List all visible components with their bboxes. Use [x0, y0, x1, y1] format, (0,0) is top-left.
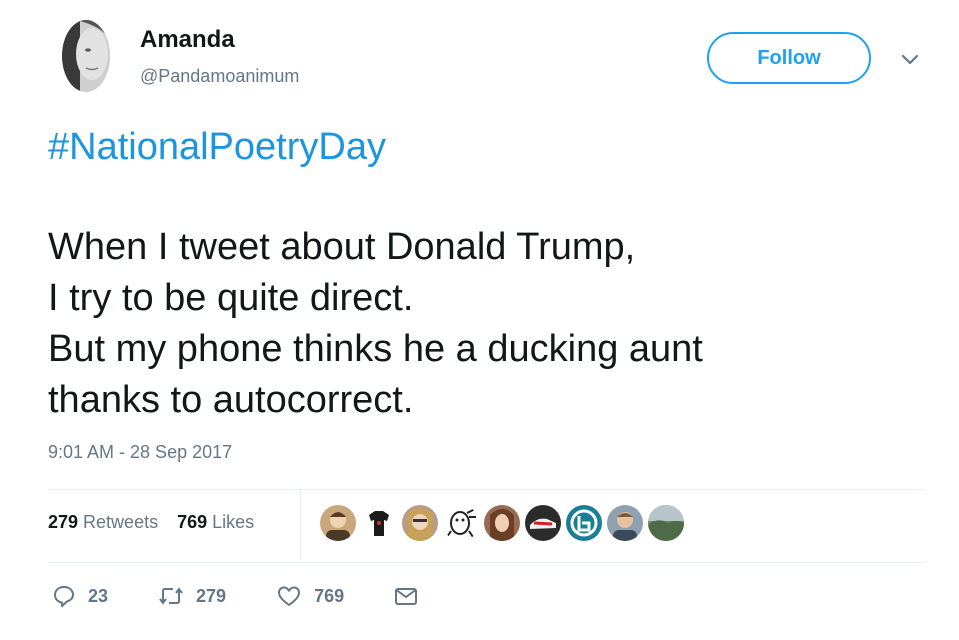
tweet-text: When I tweet about Donald Trump, I try t…: [48, 222, 703, 426]
retweet-icon: [159, 587, 183, 605]
liker-avatar[interactable]: [484, 505, 520, 541]
reply-icon: [54, 586, 74, 607]
liker-avatar[interactable]: [648, 505, 684, 541]
like-count: 769: [314, 585, 345, 606]
author-display-name[interactable]: Amanda: [140, 26, 235, 54]
retweets-label: Retweets: [83, 512, 159, 532]
tweet-timestamp[interactable]: 9:01 AM - 28 Sep 2017: [48, 442, 232, 463]
like-button[interactable]: 769: [276, 584, 344, 608]
landscape-avatar-icon: [648, 505, 684, 541]
author-avatar-image: [62, 20, 110, 92]
retweet-button[interactable]: 279: [158, 584, 226, 608]
liker-avatar[interactable]: [361, 505, 397, 541]
retweets-count: 279: [48, 512, 79, 532]
likes-label: Likes: [212, 512, 255, 532]
liker-avatar[interactable]: [566, 505, 602, 541]
tweet-card: Amanda @Pandamoanimum Follow #NationalPo…: [0, 0, 959, 640]
reply-button[interactable]: 23: [52, 584, 108, 608]
retweet-count: 279: [196, 585, 227, 606]
author-handle[interactable]: @Pandamoanimum: [140, 66, 299, 87]
liker-avatar[interactable]: [320, 505, 356, 541]
divider: [48, 489, 924, 490]
heart-icon: [278, 586, 301, 606]
logo-avatar-icon: [570, 509, 598, 537]
tweet-stats: 279 Retweets 769 Likes: [48, 512, 268, 533]
tweet-actions: 23 279 769: [52, 584, 430, 608]
cartoon-avatar-icon: [446, 508, 476, 538]
stats-divider: [300, 490, 301, 560]
likes-count: 769: [177, 512, 208, 532]
tweet-text-line: But my phone thinks he a ducking aunt: [48, 328, 703, 370]
liker-avatar[interactable]: [402, 505, 438, 541]
liker-avatars: [320, 505, 689, 541]
person-avatar-icon: [490, 509, 514, 541]
tshirt-avatar-icon: [369, 511, 389, 536]
chevron-down-icon[interactable]: [900, 52, 920, 66]
tweet-text-line: thanks to autocorrect.: [48, 379, 414, 421]
liker-avatar[interactable]: [607, 505, 643, 541]
person-avatar-icon: [406, 508, 434, 541]
divider: [48, 562, 924, 563]
liker-avatar[interactable]: [443, 505, 479, 541]
reply-count: 23: [88, 585, 109, 606]
tweet-text-line: When I tweet about Donald Trump,: [48, 226, 636, 268]
author-avatar[interactable]: [62, 20, 110, 92]
liker-avatar[interactable]: [525, 505, 561, 541]
person-avatar-icon: [613, 512, 637, 541]
follow-button[interactable]: Follow: [707, 32, 871, 84]
hashtag-link[interactable]: #NationalPoetryDay: [48, 126, 386, 169]
person-avatar-icon: [326, 512, 350, 541]
envelope-icon: [395, 588, 418, 605]
direct-message-button[interactable]: [394, 585, 430, 607]
retweets-stat[interactable]: 279 Retweets: [48, 512, 158, 532]
shoe-avatar-icon: [530, 518, 556, 529]
tweet-text-line: I try to be quite direct.: [48, 277, 414, 319]
likes-stat[interactable]: 769 Likes: [177, 512, 254, 532]
